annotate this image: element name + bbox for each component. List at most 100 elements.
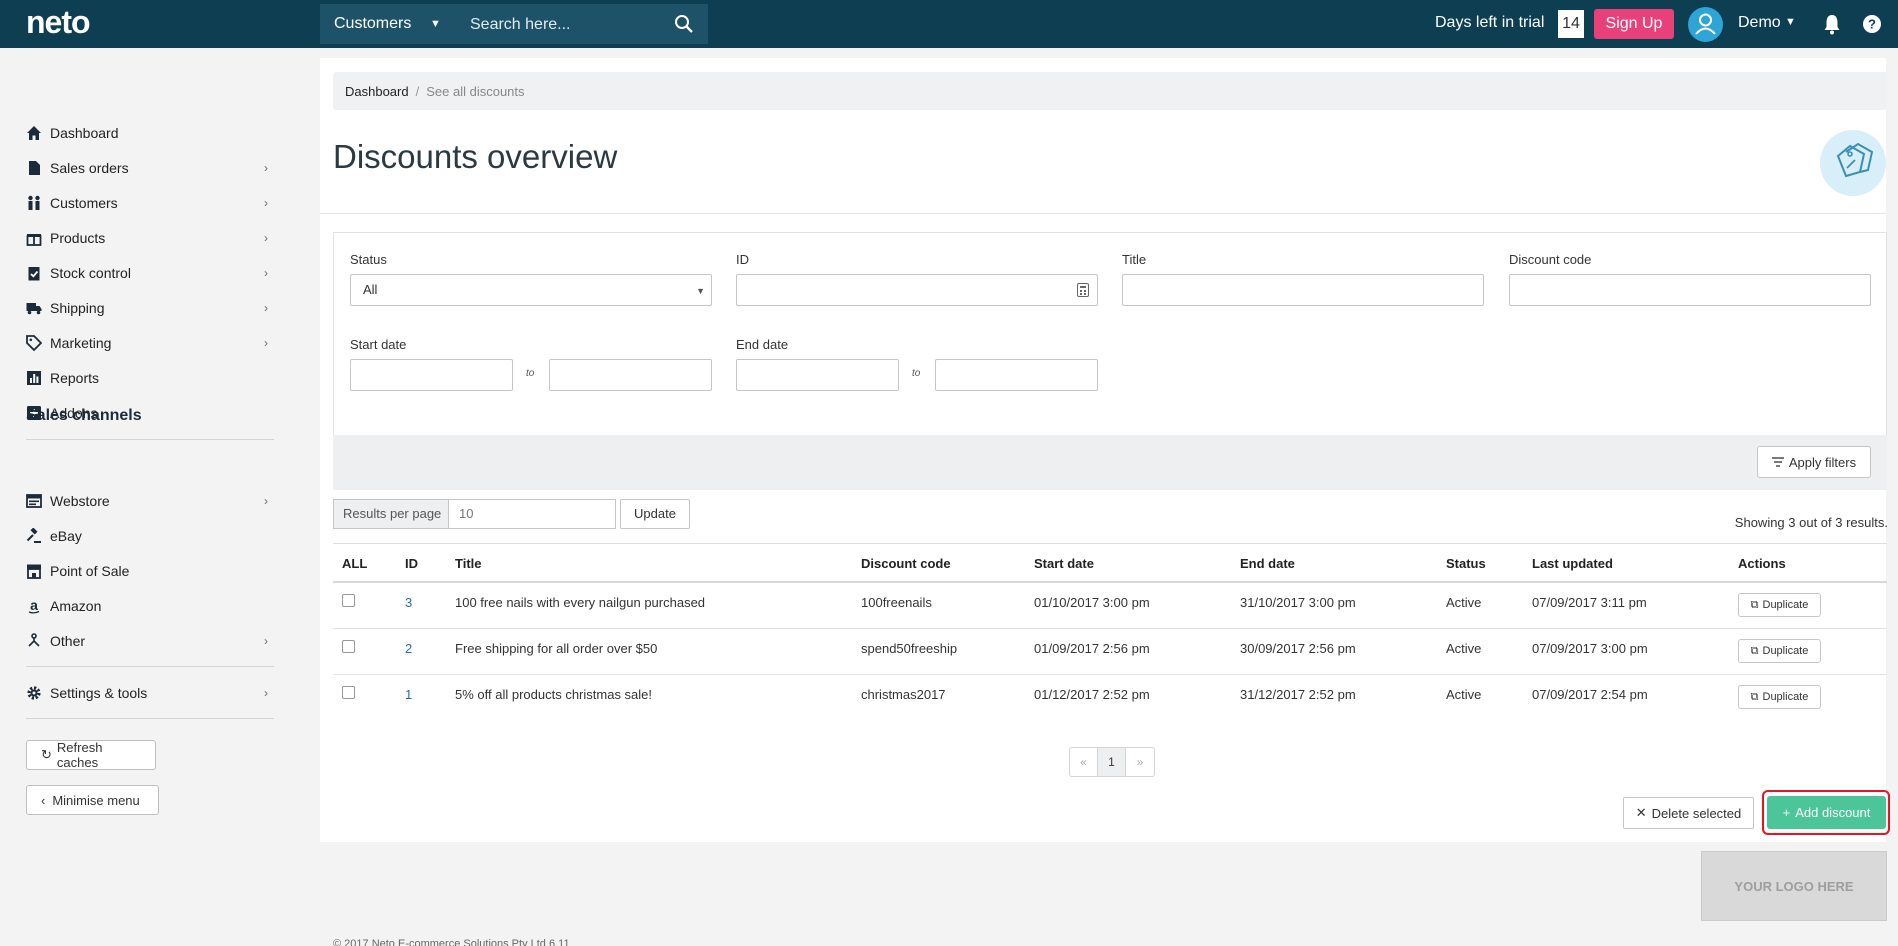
pager-next[interactable]: » [1126,748,1154,776]
sidebar-item-marketing[interactable]: Marketing › [26,330,274,356]
avatar[interactable] [1688,7,1723,42]
discount-title: 5% off all products christmas sale! [455,687,653,702]
row-divider [333,674,1887,675]
row-checkbox[interactable] [342,686,355,699]
sidebar-item-dashboard[interactable]: Dashboard [26,120,274,146]
title-filter-input[interactable] [1122,274,1484,306]
duplicate-button[interactable]: ⧉ Duplicate [1738,639,1821,663]
duplicate-label: Duplicate [1762,645,1809,657]
top-bar: neto Customers ▼ Search here... Days lef… [0,0,1898,48]
neto-logo[interactable]: neto [26,4,91,41]
minimise-menu-label: Minimise menu [52,792,140,808]
copy-icon: ⧉ [1750,598,1759,611]
update-button[interactable]: Update [620,499,690,529]
people-icon [28,195,40,210]
start-date-to-input[interactable] [549,359,712,391]
filter-icon [1771,457,1784,467]
trial-days-badge: 14 [1558,10,1584,38]
column-header-status: Status [1446,556,1486,571]
chevron-right-icon: › [264,231,268,245]
pager-prev[interactable]: « [1070,748,1098,776]
gift-icon [26,234,42,246]
bar-chart-icon [27,371,41,385]
id-filter-input[interactable] [736,274,1098,306]
search-scope-dropdown[interactable]: Customers [334,15,411,33]
search-icon[interactable] [674,14,694,34]
sidebar-item-ebay[interactable]: eBay [26,523,274,549]
sidebar-item-label: eBay [50,528,82,544]
last-updated: 07/09/2017 3:00 pm [1532,641,1648,656]
delete-selected-button[interactable]: ✕ Delete selected [1623,797,1754,829]
caret-down-icon[interactable]: ▼ [1785,16,1796,28]
discount-id-link[interactable]: 1 [405,687,412,702]
sidebar-item-stock-control[interactable]: Stock control › [26,260,274,286]
results-per-page-label: Results per page [333,499,449,529]
discount-id-link[interactable]: 3 [405,595,412,610]
end-date-to-input[interactable] [935,359,1098,391]
column-header-all[interactable]: ALL [342,556,367,571]
caret-down-icon[interactable]: ▼ [430,18,441,30]
sidebar-item-customers[interactable]: Customers › [26,190,274,216]
status-filter-label: Status [350,252,387,267]
breadcrumb-separator: / [415,83,420,99]
column-header-title: Title [455,556,482,571]
sidebar-item-shipping[interactable]: Shipping › [26,295,274,321]
discount-title: Free shipping for all order over $50 [455,641,658,656]
status-select[interactable]: All ▼ [350,274,712,306]
chevron-right-icon: › [264,161,268,175]
keypad-icon [1077,283,1089,297]
discount-id-link[interactable]: 2 [405,641,412,656]
sign-up-button[interactable]: Sign Up [1594,9,1674,39]
truck-icon [26,303,42,315]
plus-icon: + [1782,805,1791,820]
start-date-from-input[interactable] [350,359,513,391]
discount-code-filter-input[interactable] [1509,274,1871,306]
column-header-id: ID [405,556,418,571]
apply-filters-button[interactable]: Apply filters [1757,446,1871,478]
results-per-page-input[interactable]: 10 [448,499,616,529]
sidebar-divider [26,439,274,440]
sidebar-item-label: Customers [50,195,118,211]
add-discount-button[interactable]: + Add discount [1767,796,1886,829]
last-updated: 07/09/2017 2:54 pm [1532,687,1648,702]
page-title: Discounts overview [333,138,618,175]
sidebar-item-label: Products [50,230,106,246]
sidebar-item-reports[interactable]: Reports [26,365,274,391]
chevron-right-icon: › [264,301,268,315]
sidebar-item-webstore[interactable]: Webstore › [26,488,274,514]
duplicate-button[interactable]: ⧉ Duplicate [1738,593,1821,617]
user-menu[interactable]: Demo [1738,14,1781,32]
logo-placeholder: YOUR LOGO HERE [1701,851,1887,921]
search-input[interactable]: Search here... [470,16,571,34]
last-updated: 07/09/2017 3:11 pm [1532,595,1647,610]
pager-page-1[interactable]: 1 [1098,748,1126,776]
sidebar-item-sales-orders[interactable]: Sales orders › [26,155,274,181]
start-date: 01/09/2017 2:56 pm [1034,641,1150,656]
row-checkbox[interactable] [342,594,355,607]
chevron-right-icon: › [264,266,268,280]
refresh-caches-button[interactable]: ↻ Refresh caches [26,740,156,770]
sidebar-item-label: Settings & tools [50,685,148,701]
sidebar-item-amazon[interactable]: a Amazon [26,593,274,619]
sidebar-item-products[interactable]: Products › [26,225,274,251]
help-icon[interactable]: ? [1862,14,1882,34]
sidebar-item-other[interactable]: Other › [26,628,274,654]
chevron-right-icon: › [264,686,268,700]
end-date: 30/09/2017 2:56 pm [1240,641,1356,656]
sidebar-item-label: Other [50,633,86,649]
add-discount-label: Add discount [1795,805,1871,820]
end-date: 31/12/2017 2:52 pm [1240,687,1356,702]
bell-icon[interactable] [1822,13,1842,35]
sidebar-item-point-of-sale[interactable]: Point of Sale [26,558,274,584]
status: Active [1446,641,1482,656]
sidebar-item-settings-tools[interactable]: Settings & tools › [26,680,274,706]
minimise-menu-button[interactable]: ‹ Minimise menu [26,785,159,815]
svg-text:a: a [30,598,38,613]
duplicate-button[interactable]: ⧉ Duplicate [1738,685,1821,709]
end-date-from-input[interactable] [736,359,899,391]
row-checkbox[interactable] [342,640,355,653]
row-divider [333,628,1887,629]
breadcrumb-dashboard-link[interactable]: Dashboard [345,84,409,99]
end-date: 31/10/2017 3:00 pm [1240,595,1356,610]
global-search: Customers ▼ Search here... [320,4,708,44]
